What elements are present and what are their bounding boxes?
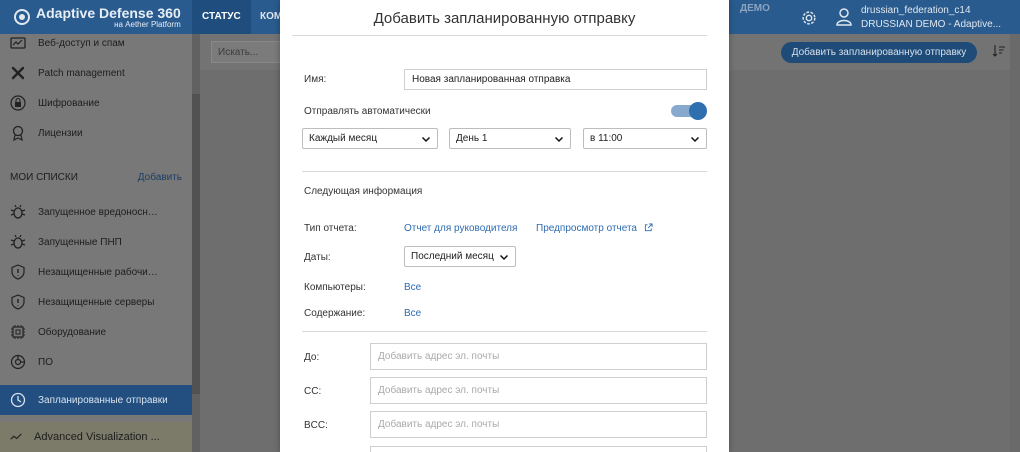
sidebar: Веб-доступ и спам Patch management Шифро… bbox=[0, 34, 192, 452]
dates-label: Даты: bbox=[304, 252, 331, 263]
chart-line-icon bbox=[10, 433, 22, 440]
to-email-field[interactable]: Добавить адрес эл. почты bbox=[370, 343, 707, 370]
account-org: DRUSSIAN DEMO - Adaptive... bbox=[861, 19, 1002, 30]
license-icon bbox=[12, 125, 24, 141]
sidebar-item-unprotected-servers[interactable]: Незащищенные серверы bbox=[0, 287, 192, 317]
sidebar-item-scheduled-reports[interactable]: Запланированные отправки bbox=[0, 385, 192, 415]
sidebar-item-label: Незащищенные рабочие... bbox=[38, 266, 158, 278]
sidebar-item-pup[interactable]: Запущенные ПНП bbox=[0, 227, 192, 257]
clock-icon bbox=[10, 392, 26, 408]
computers-label: Компьютеры: bbox=[304, 282, 366, 293]
sidebar-item-label: Лицензии bbox=[38, 127, 83, 139]
toggle-knob bbox=[689, 102, 707, 120]
name-field[interactable]: Новая запланированная отправка bbox=[404, 69, 707, 90]
sidebar-scrollbar-thumb[interactable] bbox=[192, 94, 200, 394]
bcc-label: BCC: bbox=[304, 420, 328, 431]
preview-report-label: Предпросмотр отчета bbox=[536, 223, 637, 234]
divider bbox=[292, 35, 707, 36]
to-label: До: bbox=[304, 352, 320, 363]
add-list-link[interactable]: Добавить bbox=[138, 172, 182, 183]
sidebar-item-label: Веб-доступ и спам bbox=[38, 37, 125, 49]
content-link[interactable]: Все bbox=[404, 308, 421, 319]
sidebar-item-label: Оборудование bbox=[38, 326, 107, 338]
account-name: drussian_federation_c14 bbox=[861, 5, 971, 16]
shield-icon bbox=[11, 294, 25, 310]
software-icon bbox=[10, 354, 26, 370]
info-heading: Следующая информация bbox=[304, 186, 423, 197]
brand-subtitle: на Aether Platform bbox=[114, 19, 181, 29]
sidebar-item-label: Advanced Visualization ... bbox=[34, 431, 160, 443]
search-input[interactable]: Искать... bbox=[211, 41, 287, 63]
sidebar-item-label: Запущенные ПНП bbox=[38, 236, 122, 248]
sidebar-item-patch[interactable]: Patch management bbox=[0, 58, 192, 88]
sidebar-item-encryption[interactable]: Шифрование bbox=[0, 88, 192, 118]
sidebar-item-advanced-visualization[interactable]: Advanced Visualization ... bbox=[0, 422, 192, 452]
report-type-link[interactable]: Отчет для руководителя bbox=[404, 223, 517, 234]
divider bbox=[302, 331, 707, 332]
chevron-down-icon bbox=[690, 136, 700, 142]
my-lists-title: МОИ СПИСКИ bbox=[10, 172, 78, 183]
auto-send-label: Отправлять автоматически bbox=[304, 106, 431, 117]
brand-name: Adaptive Defense 360 bbox=[36, 4, 181, 21]
frequency-select[interactable]: Каждый месяц bbox=[302, 128, 438, 149]
day-select[interactable]: День 1 bbox=[449, 128, 571, 149]
sidebar-item-label: ПО bbox=[38, 356, 53, 368]
dates-value: Последний месяц bbox=[411, 251, 494, 262]
computers-link[interactable]: Все bbox=[404, 282, 421, 293]
encryption-icon bbox=[10, 95, 26, 111]
report-type-label: Тип отчета: bbox=[304, 223, 357, 234]
chevron-down-icon bbox=[421, 136, 431, 142]
tab-status[interactable]: СТАТУС bbox=[192, 0, 251, 34]
pup-icon bbox=[10, 234, 26, 249]
preview-report-link[interactable]: Предпросмотр отчета bbox=[536, 223, 653, 234]
external-link-icon bbox=[644, 223, 653, 232]
hardware-icon bbox=[11, 325, 25, 339]
add-scheduled-report-button[interactable]: Добавить запланированную отправку bbox=[781, 42, 977, 63]
sidebar-item-label: Запланированные отправки bbox=[38, 394, 168, 406]
cc-email-field[interactable]: Добавить адрес эл. почты bbox=[370, 377, 707, 404]
sidebar-item-unprotected-workstations[interactable]: Незащищенные рабочие... bbox=[0, 257, 192, 287]
sidebar-item-label: Незащищенные серверы bbox=[38, 296, 155, 308]
shield-icon bbox=[11, 264, 25, 280]
demo-badge: ДЕМО bbox=[740, 3, 770, 14]
dialog-title: Добавить запланированную отправку bbox=[373, 10, 636, 27]
time-value: в 11:00 bbox=[590, 133, 623, 144]
name-label: Имя: bbox=[304, 74, 327, 85]
account-info[interactable]: drussian_federation_c14 DRUSSIAN DEMO - … bbox=[861, 4, 1001, 32]
frequency-value: Каждый месяц bbox=[309, 133, 378, 144]
sidebar-scrollbar[interactable] bbox=[192, 34, 200, 452]
sidebar-item-licenses[interactable]: Лицензии bbox=[0, 118, 192, 148]
chevron-down-icon bbox=[554, 136, 564, 142]
bcc-email-field[interactable]: Добавить адрес эл. почты bbox=[370, 411, 707, 438]
patch-icon bbox=[11, 66, 25, 80]
divider bbox=[302, 171, 707, 172]
user-icon[interactable] bbox=[836, 8, 852, 26]
web-access-icon bbox=[10, 37, 26, 49]
content-label: Содержание: bbox=[304, 308, 366, 319]
logo[interactable]: Adaptive Defense 360 на Aether Platform bbox=[0, 0, 192, 34]
sidebar-item-label: Patch management bbox=[38, 67, 125, 79]
extra-field[interactable] bbox=[370, 446, 707, 452]
auto-send-toggle[interactable] bbox=[671, 101, 707, 120]
add-scheduled-report-dialog: Добавить запланированную отправку Имя: Н… bbox=[280, 0, 729, 452]
day-value: День 1 bbox=[456, 133, 488, 144]
sidebar-item-software[interactable]: ПО bbox=[0, 347, 192, 377]
sidebar-item-web-access[interactable]: Веб-доступ и спам bbox=[0, 34, 192, 58]
cc-label: CC: bbox=[304, 386, 322, 397]
chevron-down-icon bbox=[499, 254, 509, 260]
page-scrollbar[interactable] bbox=[1010, 34, 1020, 452]
sidebar-item-malware[interactable]: Запущенное вредоносно... bbox=[0, 197, 192, 227]
sort-icon[interactable] bbox=[992, 44, 1006, 58]
gear-icon[interactable] bbox=[800, 9, 818, 27]
sidebar-item-label: Шифрование bbox=[38, 97, 100, 109]
time-select[interactable]: в 11:00 bbox=[583, 128, 707, 149]
malware-icon bbox=[10, 204, 26, 219]
sidebar-item-label: Запущенное вредоносно... bbox=[38, 206, 158, 218]
logo-icon bbox=[14, 9, 30, 25]
dates-select[interactable]: Последний месяц bbox=[404, 246, 516, 267]
my-lists-header: МОИ СПИСКИ Добавить bbox=[10, 172, 182, 183]
sidebar-item-hardware[interactable]: Оборудование bbox=[0, 317, 192, 347]
